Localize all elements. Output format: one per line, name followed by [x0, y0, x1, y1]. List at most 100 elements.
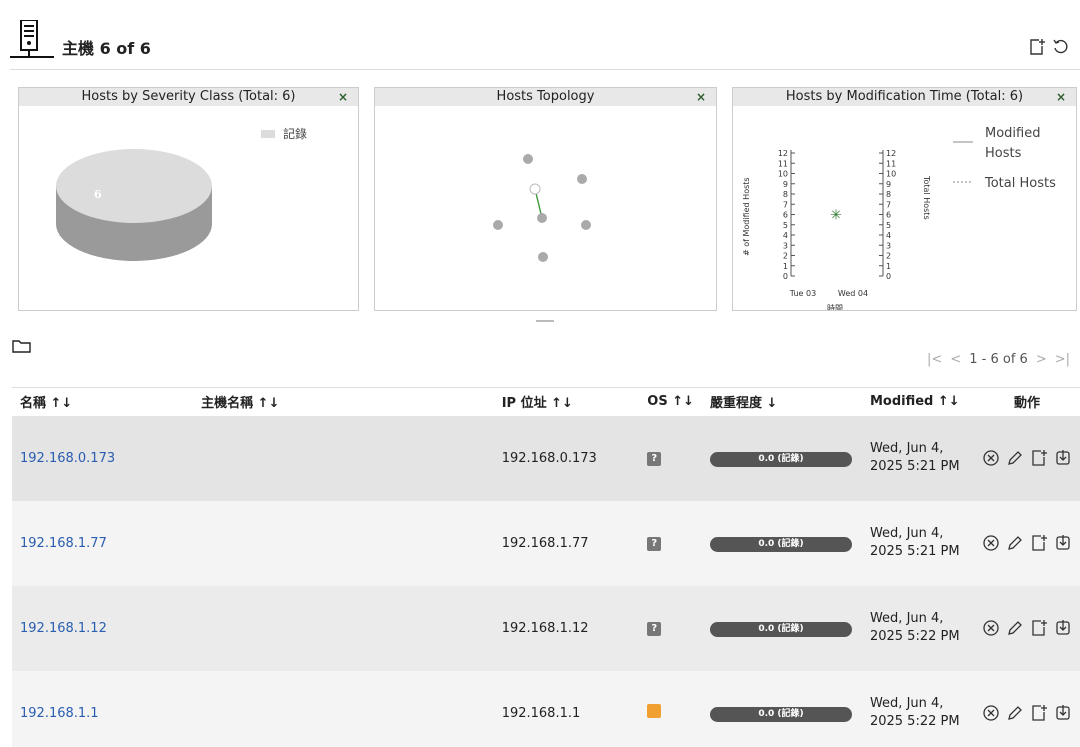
cell-actions [974, 586, 1080, 671]
table-row: 192.168.0.173 192.168.0.173? 0.0 (記錄) Wed, … [12, 415, 1080, 501]
severity-bar: 0.0 (記錄) [710, 621, 852, 637]
legend-text: Modified [985, 126, 1040, 141]
export-icon[interactable] [1054, 534, 1072, 552]
legend-text: Hosts [985, 146, 1022, 161]
folder-icon[interactable] [12, 338, 32, 354]
y-tick-label-left: 5 [783, 221, 788, 230]
topology-graph[interactable] [375, 106, 716, 310]
hosts-table: 名稱 ↑↓ 主機名稱 ↑↓ IP 位址 ↑↓ OS ↑↓ 嚴重程度 ↓ Modi… [12, 387, 1080, 747]
severity-class-display: Hosts by Severity Class (Total: 6) × 6 記… [18, 87, 359, 311]
export-icon[interactable] [1054, 704, 1072, 722]
cell-os: ? [639, 416, 702, 501]
legend-modified-hosts[interactable]: Modified Hosts [985, 126, 1045, 161]
topology-node[interactable] [577, 174, 587, 184]
host-name-link[interactable]: 192.168.1.12 [20, 621, 107, 636]
y-tick-label-left: 12 [778, 149, 788, 158]
cell-ip: 192.168.1.12 [501, 620, 589, 636]
y-tick-label-right: 4 [886, 231, 891, 240]
dashboard-resize-handle[interactable] [536, 320, 554, 322]
topology-display: Hosts Topology × [374, 87, 717, 311]
column-header-severity[interactable]: 嚴重程度 ↓ [702, 388, 862, 416]
cell-severity: 0.0 (記錄) [702, 586, 862, 671]
topology-node[interactable] [523, 154, 533, 164]
page-range: 1 - 6 of 6 [969, 352, 1028, 367]
display-header: Hosts by Severity Class (Total: 6) × [19, 88, 358, 106]
y-tick-label-right: 2 [886, 252, 891, 261]
close-display-button[interactable]: × [696, 88, 706, 106]
export-icon[interactable] [1054, 619, 1072, 637]
column-header-os[interactable]: OS ↑↓ [639, 388, 702, 416]
os-icon[interactable] [647, 704, 662, 718]
y-tick-label-right: 1 [886, 262, 891, 271]
y-tick-label-left: 7 [783, 200, 788, 209]
next-page-button[interactable]: > [1036, 352, 1047, 367]
cell-ip: 192.168.1.1 [501, 705, 581, 721]
cell-os: ? [639, 586, 702, 671]
topology-node[interactable] [493, 220, 503, 230]
column-header-ip[interactable]: IP 位址 ↑↓ [494, 388, 640, 416]
legend-total-hosts[interactable]: Total Hosts [984, 176, 1056, 191]
y-tick-label-left: 1 [783, 262, 788, 271]
cell-actions [974, 671, 1080, 747]
y-tick-label-right: 9 [886, 180, 891, 189]
cell-actions [974, 416, 1080, 501]
pie-slice[interactable] [56, 149, 212, 223]
topology-node[interactable] [581, 220, 591, 230]
cell-hostname [193, 416, 494, 501]
delete-icon[interactable] [982, 619, 1000, 637]
host-name-link[interactable]: 192.168.1.1 [20, 706, 99, 721]
edit-icon[interactable] [1006, 704, 1024, 722]
y-tick-label-left: 3 [783, 241, 788, 250]
pagination: |< < 1 - 6 of 6 > >| [927, 352, 1070, 367]
x-axis-label: 時間 [827, 304, 843, 310]
last-page-button[interactable]: >| [1055, 352, 1070, 367]
delete-icon[interactable] [982, 449, 1000, 467]
create-target-icon[interactable] [1030, 704, 1048, 722]
create-target-icon[interactable] [1030, 449, 1048, 467]
refresh-icon[interactable] [1052, 38, 1070, 56]
cell-os [639, 671, 702, 747]
y-tick-label-right: 12 [886, 149, 896, 158]
x-tick-label: Wed 04 [838, 289, 868, 298]
table-row: 192.168.1.77 192.168.1.77? 0.0 (記錄) Wed, Ju… [12, 500, 1080, 586]
column-header-name[interactable]: 名稱 ↑↓ [12, 388, 193, 416]
create-target-icon[interactable] [1030, 534, 1048, 552]
host-name-link[interactable]: 192.168.1.77 [20, 536, 107, 551]
display-header: Hosts Topology × [375, 88, 716, 106]
column-header-hostname[interactable]: 主機名稱 ↑↓ [193, 388, 494, 416]
os-icon[interactable]: ? [647, 537, 662, 551]
new-host-icon[interactable] [1028, 38, 1046, 56]
host-name-link[interactable]: 192.168.0.173 [20, 451, 115, 466]
topology-node-gateway[interactable] [529, 183, 541, 195]
host-server-icon [10, 20, 54, 58]
close-display-button[interactable]: × [1056, 88, 1066, 106]
y-tick-label-right: 11 [886, 159, 896, 168]
y-tick-label-left: 9 [783, 180, 788, 189]
modified-date: Wed, Jun 4, 2025 5:21 PM [869, 441, 960, 474]
table-row: 192.168.1.1 192.168.1.1 0.0 (記錄) Wed, Jun 4… [12, 670, 1080, 747]
legend-label[interactable]: 記錄 [283, 126, 307, 141]
modified-date: Wed, Jun 4, 2025 5:22 PM [869, 696, 960, 729]
column-header-modified[interactable]: Modified ↑↓ [862, 388, 974, 416]
first-page-button[interactable]: |< [927, 352, 942, 367]
severity-pie-chart: 6 記錄 [56, 126, 307, 261]
delete-icon[interactable] [982, 704, 1000, 722]
delete-icon[interactable] [982, 534, 1000, 552]
edit-icon[interactable] [1006, 449, 1024, 467]
topology-node[interactable] [538, 252, 548, 262]
edit-icon[interactable] [1006, 534, 1024, 552]
create-target-icon[interactable] [1030, 619, 1048, 637]
os-icon[interactable]: ? [647, 452, 662, 466]
y-tick-label-right: 3 [886, 241, 891, 250]
cell-ip: 192.168.1.77 [501, 535, 589, 551]
edit-icon[interactable] [1006, 619, 1024, 637]
page-title: 主機 6 of 6 [62, 39, 151, 58]
cell-severity: 0.0 (記錄) [702, 416, 862, 501]
os-icon[interactable]: ? [647, 622, 662, 636]
export-icon[interactable] [1054, 449, 1072, 467]
close-display-button[interactable]: × [338, 88, 348, 106]
cell-os: ? [639, 501, 702, 586]
previous-page-button[interactable]: < [950, 352, 961, 367]
topology-node[interactable] [537, 213, 547, 223]
y-tick-label-left: 10 [778, 170, 788, 179]
